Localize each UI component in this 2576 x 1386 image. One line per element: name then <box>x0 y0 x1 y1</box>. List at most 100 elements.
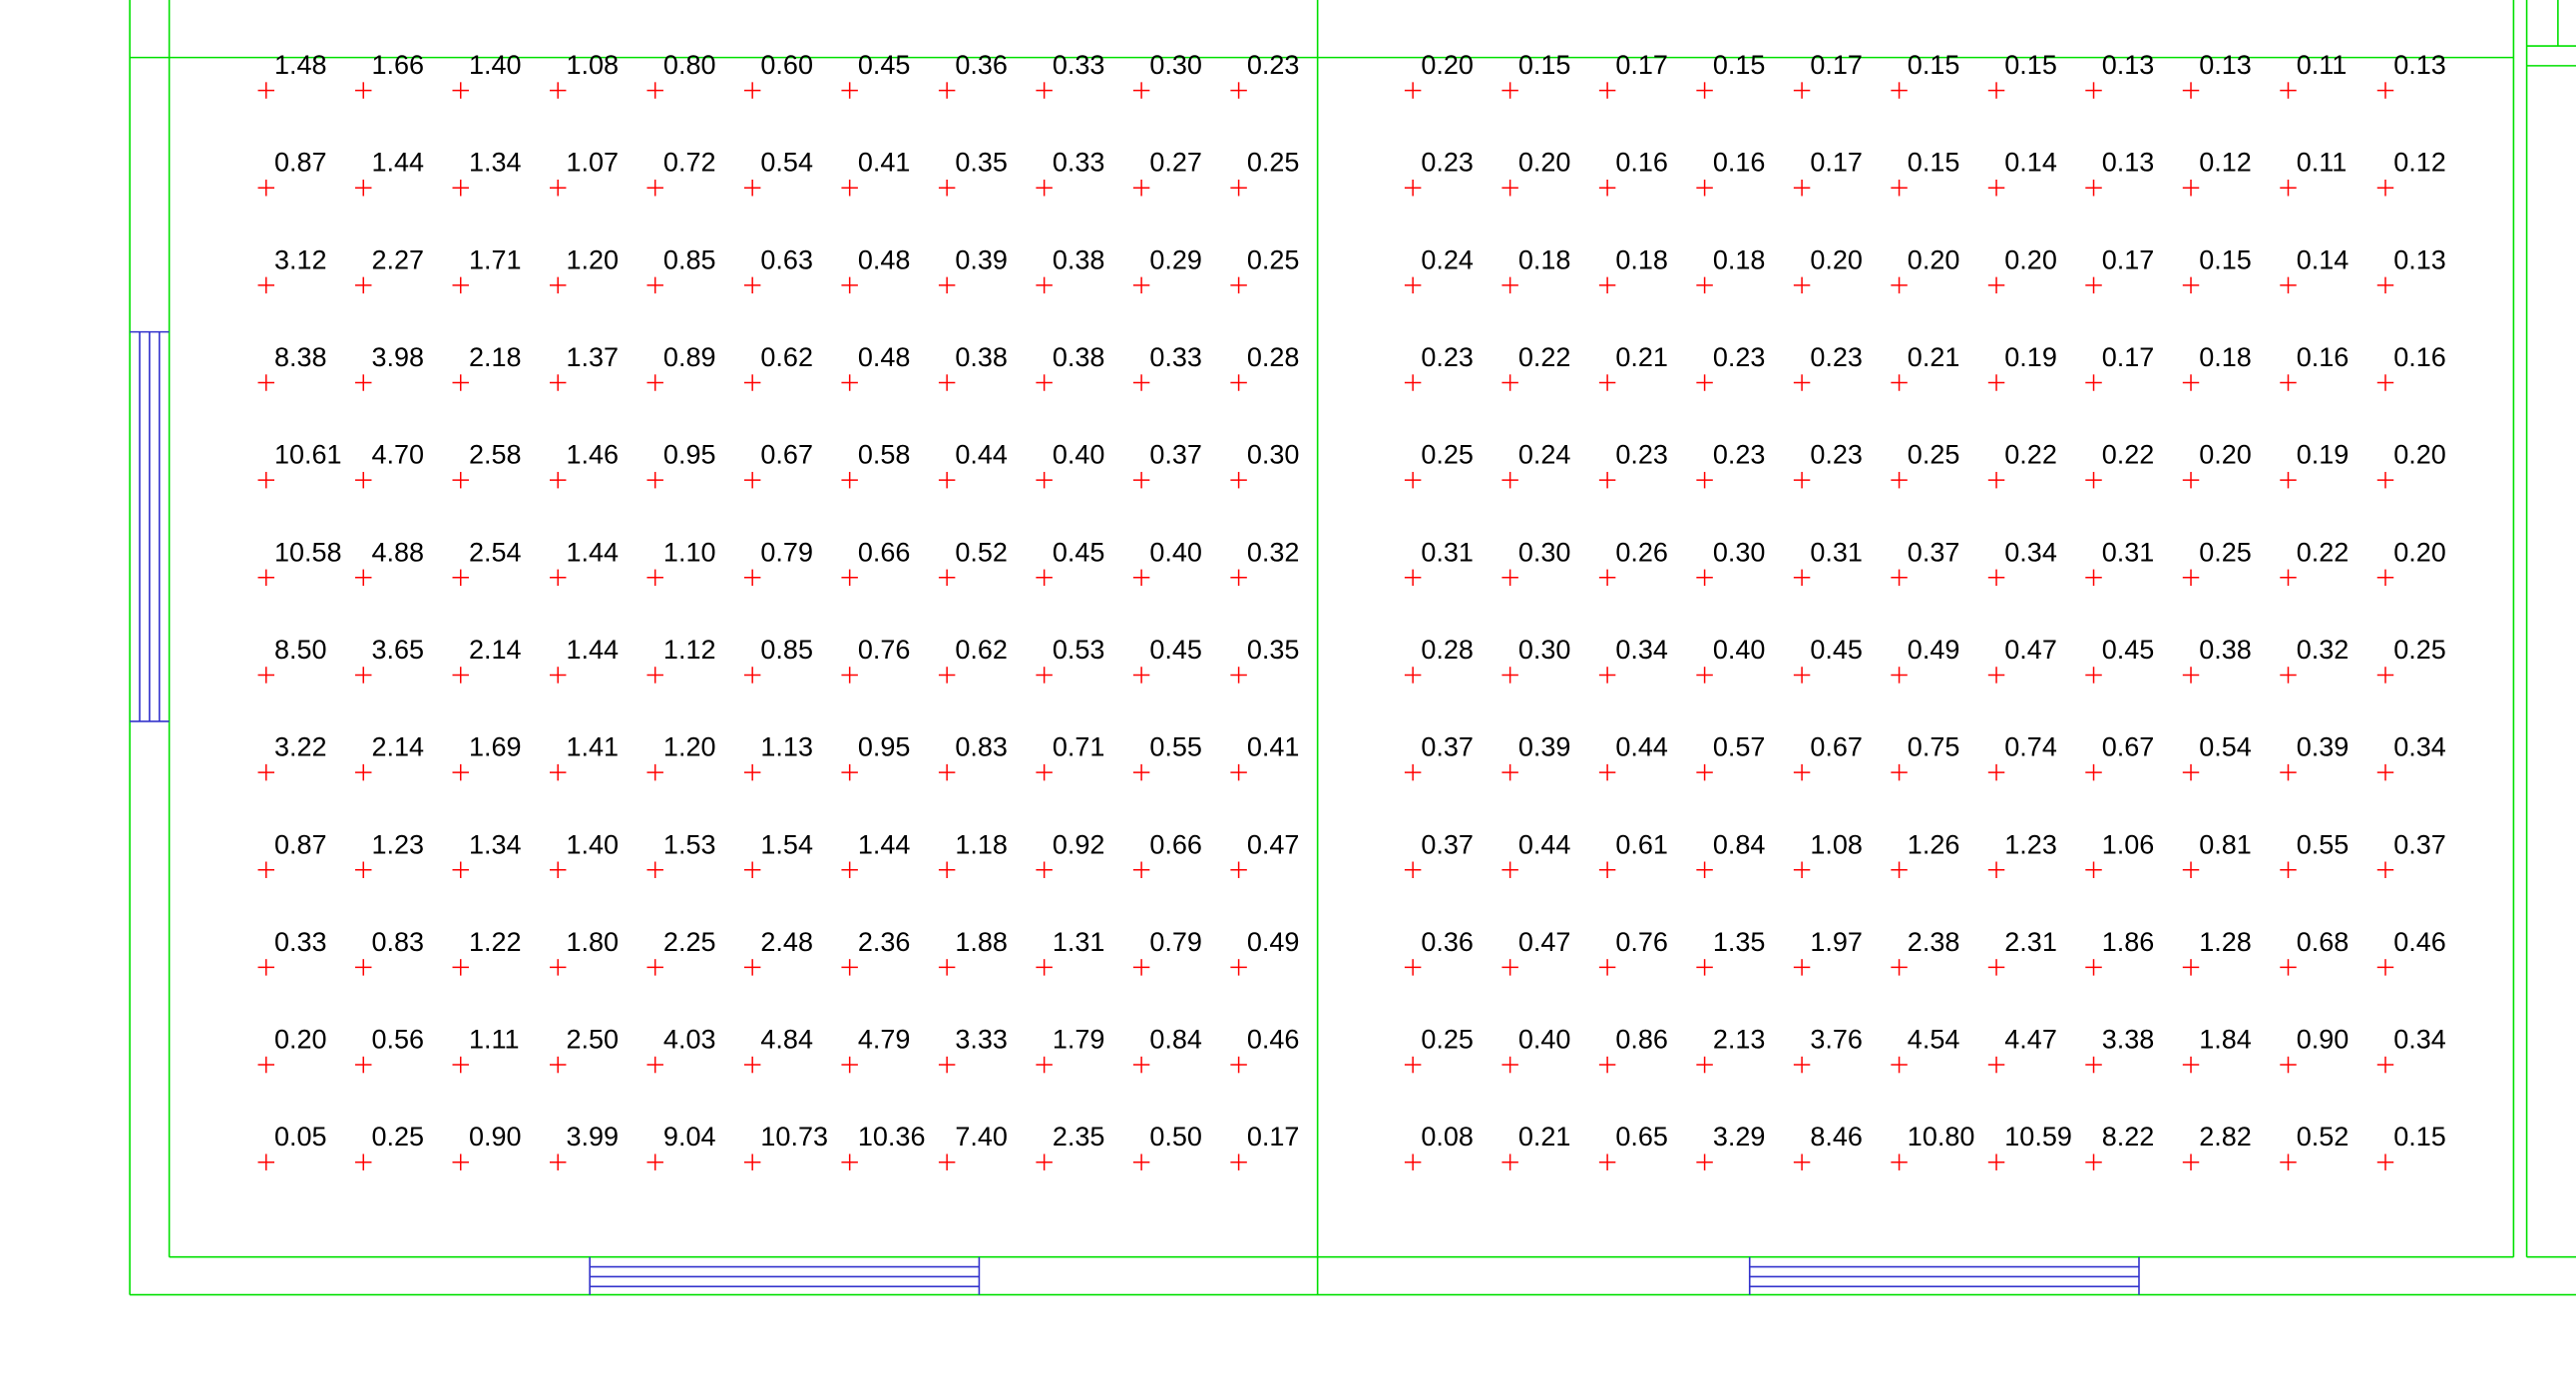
illuminance-value: 3.22 <box>274 732 327 762</box>
illuminance-value: 0.25 <box>1421 440 1474 470</box>
illuminance-value: 0.21 <box>1908 342 1960 372</box>
illuminance-value: 0.23 <box>1810 342 1863 372</box>
illuminance-value: 0.76 <box>858 635 911 665</box>
illuminance-value: 0.54 <box>2199 732 2252 762</box>
illuminance-value: 0.22 <box>2004 440 2057 470</box>
illuminance-value: 0.30 <box>1518 537 1571 567</box>
illuminance-value: 1.11 <box>469 1025 520 1055</box>
illuminance-value: 0.34 <box>2393 1025 2446 1055</box>
illuminance-value: 0.13 <box>2199 50 2252 80</box>
illuminance-value: 0.34 <box>1615 635 1668 665</box>
floor-plan-drawing: 1.48 1.66 1.40 1.08 0.80 0.60 0.45 0.36 0.33 0.30… <box>129 0 2576 1296</box>
illuminance-value: 1.40 <box>566 829 619 859</box>
illuminance-value: 1.53 <box>663 829 716 859</box>
illuminance-value: 0.40 <box>1053 440 1105 470</box>
illuminance-value: 0.52 <box>2297 1122 2350 1152</box>
illuminance-value: 0.15 <box>1518 50 1571 80</box>
illuminance-value: 0.32 <box>1247 537 1300 567</box>
illuminance-value: 1.18 <box>955 829 1008 859</box>
illuminance-value: 1.79 <box>1053 1025 1105 1055</box>
illuminance-value: 1.23 <box>371 829 424 859</box>
illuminance-value: 0.22 <box>1518 342 1571 372</box>
illuminance-value: 0.25 <box>1908 440 1960 470</box>
illuminance-value: 1.44 <box>566 635 619 665</box>
illuminance-value: 0.66 <box>1149 829 1202 859</box>
illuminance-value: 2.25 <box>663 927 716 957</box>
illuminance-value: 0.20 <box>1421 50 1474 80</box>
illuminance-value: 0.16 <box>2393 342 2446 372</box>
illuminance-value: 0.23 <box>1247 50 1300 80</box>
illuminance-value: 0.40 <box>1713 635 1766 665</box>
illuminance-value: 1.26 <box>1908 829 1960 859</box>
illuminance-value: 0.44 <box>955 440 1008 470</box>
illuminance-value: 2.50 <box>566 1025 619 1055</box>
illuminance-value: 0.32 <box>2297 635 2350 665</box>
illuminance-value: 0.18 <box>2199 342 2252 372</box>
illuminance-value: 0.67 <box>1810 732 1863 762</box>
illuminance-value: 1.10 <box>663 537 716 567</box>
illuminance-value: 1.23 <box>2004 829 2057 859</box>
illuminance-value: 0.92 <box>1053 829 1105 859</box>
illuminance-value: 0.47 <box>2004 635 2057 665</box>
illuminance-value: 0.40 <box>1149 537 1202 567</box>
illuminance-value: 0.49 <box>1908 635 1960 665</box>
illuminance-value: 0.23 <box>1713 440 1766 470</box>
illuminance-value: 1.66 <box>371 50 424 80</box>
illuminance-value: 2.35 <box>1053 1122 1105 1152</box>
illuminance-value: 0.19 <box>2297 440 2350 470</box>
illuminance-value: 3.76 <box>1810 1025 1863 1055</box>
illuminance-value: 0.17 <box>1615 50 1668 80</box>
illuminance-value: 0.15 <box>1908 50 1960 80</box>
illuminance-value: 1.12 <box>663 635 716 665</box>
illuminance-value: 0.45 <box>1149 635 1202 665</box>
illuminance-value: 0.84 <box>1149 1025 1202 1055</box>
illuminance-value: 0.29 <box>1149 244 1202 274</box>
illuminance-value: 0.20 <box>1810 244 1863 274</box>
illuminance-value: 0.38 <box>955 342 1008 372</box>
illuminance-value: 0.13 <box>2393 50 2446 80</box>
illuminance-value: 0.33 <box>1053 148 1105 178</box>
illuminance-value: 0.19 <box>2004 342 2057 372</box>
illuminance-value: 0.26 <box>1615 537 1668 567</box>
illuminance-value: 0.18 <box>1615 244 1668 274</box>
illuminance-value: 0.61 <box>1615 829 1668 859</box>
illuminance-value: 0.44 <box>1518 829 1571 859</box>
illuminance-value: 0.12 <box>2199 148 2252 178</box>
illuminance-value: 3.29 <box>1713 1122 1766 1152</box>
illuminance-value: 1.84 <box>2199 1025 2252 1055</box>
illuminance-value: 0.55 <box>1149 732 1202 762</box>
illuminance-value: 3.99 <box>566 1122 619 1152</box>
measurement-grid: 1.48 1.66 1.40 1.08 0.80 0.60 0.45 0.36 0.33 0.30… <box>257 50 2446 1170</box>
illuminance-value: 0.48 <box>858 244 911 274</box>
illuminance-value: 1.46 <box>566 440 619 470</box>
illuminance-value: 0.37 <box>1908 537 1960 567</box>
illuminance-value: 0.49 <box>1247 927 1300 957</box>
illuminance-value: 0.23 <box>1810 440 1863 470</box>
illuminance-value: 0.67 <box>2102 732 2155 762</box>
illuminance-value: 0.72 <box>663 148 716 178</box>
illuminance-value: 0.20 <box>2004 244 2057 274</box>
illuminance-value: 0.57 <box>1713 732 1766 762</box>
illuminance-value: 0.36 <box>1421 927 1474 957</box>
illuminance-value: 0.55 <box>2297 829 2350 859</box>
illuminance-value: 1.20 <box>566 244 619 274</box>
illuminance-value: 2.18 <box>469 342 522 372</box>
illuminance-value: 2.14 <box>469 635 522 665</box>
illuminance-value: 0.13 <box>2102 148 2155 178</box>
illuminance-value: 9.04 <box>663 1122 716 1152</box>
illuminance-value: 7.40 <box>955 1122 1008 1152</box>
illuminance-value: 0.22 <box>2297 537 2350 567</box>
illuminance-value: 0.23 <box>1421 148 1474 178</box>
illuminance-value: 0.45 <box>1810 635 1863 665</box>
illuminance-value: 0.58 <box>858 440 911 470</box>
illuminance-value: 1.13 <box>760 732 813 762</box>
illuminance-value: 0.24 <box>1421 244 1474 274</box>
illuminance-value: 0.23 <box>1421 342 1474 372</box>
illuminance-value: 0.63 <box>760 244 813 274</box>
illuminance-value: 3.65 <box>371 635 424 665</box>
illuminance-value: 0.20 <box>1908 244 1960 274</box>
illuminance-value: 10.80 <box>1908 1122 1975 1152</box>
illuminance-value: 0.31 <box>2102 537 2155 567</box>
illuminance-value: 0.48 <box>858 342 911 372</box>
illuminance-value: 0.17 <box>2102 342 2155 372</box>
